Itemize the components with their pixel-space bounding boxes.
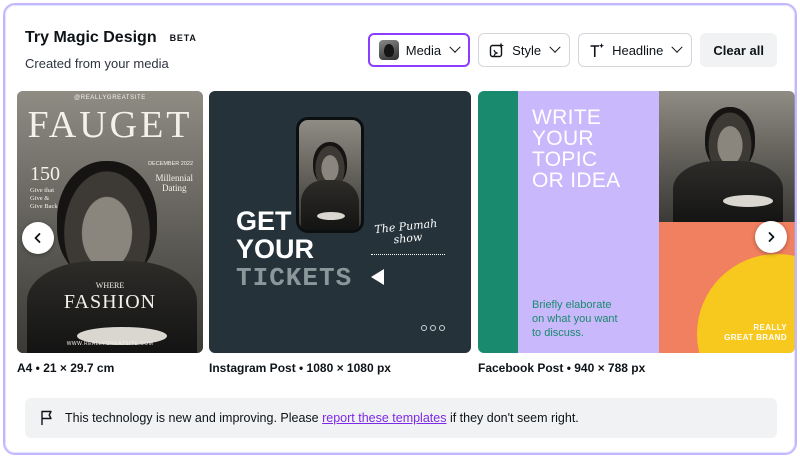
panel-subtitle: Created from your media: [25, 56, 169, 71]
ig-headline: GET YOUR: [236, 206, 315, 264]
magazine-handle: @REALLYGREATSITE: [74, 95, 146, 101]
magazine-url: WWW.REALLYGREATSITE.COM: [66, 341, 154, 347]
ig-script-text: The Pumah show: [373, 216, 438, 247]
magazine-number: 150: [30, 163, 60, 185]
fb-body-text: Briefly elaborate on what you want to di…: [532, 299, 618, 339]
dotted-divider: [371, 254, 445, 255]
media-dropdown[interactable]: Media: [367, 33, 471, 67]
magic-sparkle-icon: [489, 42, 505, 58]
template-caption-a4: A4 • 21 × 29.7 cm: [17, 361, 115, 375]
template-card-instagram[interactable]: GET YOUR TICKETS The Pumah show: [209, 91, 471, 353]
template-caption-facebook: Facebook Post • 940 × 788 px: [478, 361, 646, 375]
clear-all-button[interactable]: Clear all: [700, 33, 777, 67]
fb-headline: WRITE YOUR TOPIC OR IDEA: [532, 106, 621, 192]
headline-dropdown-label: Headline: [612, 42, 664, 58]
template-photo: [659, 91, 795, 222]
green-stripe: [478, 91, 518, 353]
report-templates-link[interactable]: report these templates: [322, 411, 446, 425]
play-arrow-icon: [371, 269, 384, 285]
template-card-a4[interactable]: @REALLYGREATSITE FAUGET 150 Give that Gi…: [17, 91, 203, 353]
carousel-prev-button[interactable]: [22, 222, 54, 254]
filter-toolbar: Media Style Headline Clear all: [367, 33, 777, 67]
headline-dropdown[interactable]: Headline: [578, 33, 693, 67]
ig-tickets-text: TICKETS: [236, 263, 353, 293]
magazine-date: DECEMBER 2022: [148, 161, 193, 167]
magic-design-panel: Try Magic Design BETA Created from your …: [3, 3, 797, 455]
magazine-title: FAUGET: [27, 104, 193, 146]
chevron-down-icon: [549, 41, 561, 53]
style-dropdown-label: Style: [512, 42, 542, 58]
title-row: Try Magic Design BETA: [25, 29, 200, 47]
flag-icon: [41, 410, 52, 425]
page-dots: [421, 325, 445, 331]
template-caption-instagram: Instagram Post • 1080 × 1080 px: [209, 361, 391, 375]
magazine-side-text: Millennial Dating: [155, 173, 194, 193]
style-dropdown[interactable]: Style: [478, 33, 571, 67]
text-sparkle-icon: [590, 43, 605, 57]
notice-text: This technology is new and improving. Pl…: [65, 411, 579, 425]
media-dropdown-label: Media: [405, 42, 442, 58]
panel-title: Try Magic Design: [25, 29, 157, 46]
template-card-facebook[interactable]: WRITE YOUR TOPIC OR IDEA Briefly elabora…: [478, 91, 795, 353]
chevron-right-icon: [768, 232, 775, 242]
template-carousel: @REALLYGREATSITE FAUGET 150 Give that Gi…: [13, 91, 795, 381]
feedback-notice: This technology is new and improving. Pl…: [25, 398, 777, 438]
chevron-down-icon: [449, 41, 461, 53]
magazine-fashion: FASHION: [63, 291, 157, 313]
carousel-next-button[interactable]: [755, 221, 787, 253]
magazine-where: WHERE: [95, 281, 125, 290]
chevron-down-icon: [671, 41, 684, 53]
chevron-left-icon: [34, 233, 41, 243]
magazine-small-text: Give that Give & Give Back: [30, 187, 58, 210]
fb-brand-text: REALLY GREAT BRAND: [724, 323, 787, 342]
beta-badge: BETA: [169, 33, 197, 43]
media-thumbnail: [378, 40, 399, 60]
